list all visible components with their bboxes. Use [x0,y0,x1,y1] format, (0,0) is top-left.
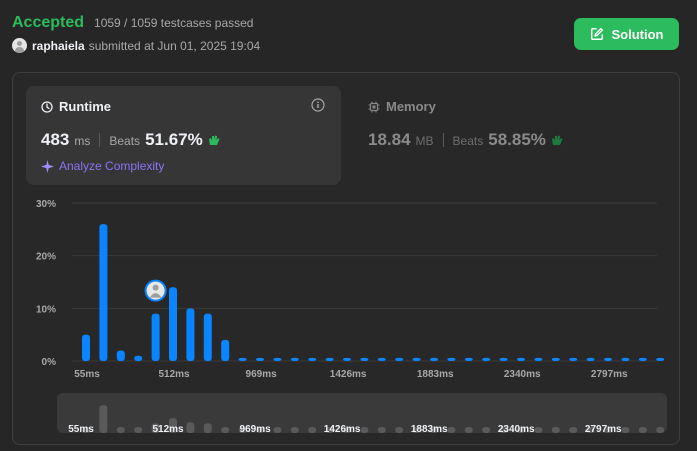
chart-bar[interactable] [551,357,560,361]
chart-bar[interactable] [377,357,386,361]
chart-bar[interactable] [82,334,90,361]
chart-bar[interactable] [499,357,508,361]
overview-bar [482,427,491,433]
runtime-distribution-chart[interactable]: 30% 20% 10% 0% 55ms 512ms 969ms 1426ms 1883ms 234… [0,0,697,451]
overview-tick-label: 1426ms [324,424,361,435]
overview-tick-label: 1883ms [411,424,448,435]
chart-bar[interactable] [517,357,525,361]
x-tick-label: 1426ms [330,369,367,380]
y-tick-label: 10% [36,304,56,315]
chart-bar[interactable] [238,357,247,361]
chart-bar[interactable] [256,357,264,361]
chart-bar[interactable] [273,357,282,361]
user-avatar-head [152,284,159,291]
chart-bar[interactable] [482,357,491,361]
chart-bar[interactable] [151,313,160,361]
y-tick-label: 0% [42,357,57,368]
overview-bar [221,427,230,433]
overview-bar [134,427,143,433]
overview-bar [308,427,317,433]
overview-bar [290,427,299,433]
overview-bar [273,427,282,433]
y-tick-label: 30% [36,199,56,210]
overview-tick-label: 512ms [152,424,184,435]
y-tick-label: 20% [36,252,56,263]
chart-bar[interactable] [116,350,125,361]
chart-bar[interactable] [221,339,230,361]
overview-tick-label: 2340ms [498,424,535,435]
chart-bar[interactable] [430,357,438,361]
overview-tick-label: 969ms [240,424,272,435]
chart-bar[interactable] [586,357,595,361]
chart-bar[interactable] [186,308,195,361]
overview-bar [377,427,386,433]
chart-bar[interactable] [99,224,108,361]
overview-bar [656,427,665,433]
overview-bar [186,422,195,433]
overview-bar [116,427,125,433]
chart-bar[interactable] [656,357,665,361]
chart-bar[interactable] [447,357,456,361]
overview-bar [638,427,647,433]
overview-bar [447,427,456,433]
chart-bar[interactable] [464,357,473,361]
chart-bar[interactable] [308,357,317,361]
chart-bar[interactable] [169,287,177,361]
overview-tick-label: 2797ms [585,424,622,435]
x-tick-label: 969ms [246,369,278,380]
chart-bar[interactable] [534,357,543,361]
chart-bar[interactable] [569,357,578,361]
chart-bar[interactable] [325,357,334,361]
chart-bar[interactable] [290,357,299,361]
x-tick-label: 2340ms [504,369,541,380]
x-tick-label: 2797ms [591,369,628,380]
overview-bar [395,427,404,433]
chart-bar[interactable] [134,355,143,361]
chart-bar[interactable] [395,357,404,361]
chart-bar[interactable] [360,357,369,361]
chart-bar[interactable] [343,357,351,361]
overview-bar [464,427,473,433]
overview-bar [203,423,212,433]
overview-bar [551,427,560,433]
x-tick-label: 512ms [158,369,190,380]
overview-bar [621,427,630,433]
chart-bar[interactable] [203,313,212,361]
chart-bar[interactable] [621,357,630,361]
overview-bar [360,427,369,433]
chart-bar[interactable] [412,357,421,361]
overview-bar [569,427,578,433]
x-tick-label: 1883ms [417,369,454,380]
chart-bar[interactable] [604,357,612,361]
chart-bar[interactable] [638,357,647,361]
x-tick-label: 55ms [74,369,100,380]
range-selector[interactable] [57,393,667,433]
overview-bar [534,427,543,433]
overview-tick-label: 55ms [68,424,94,435]
overview-bar [99,405,108,433]
